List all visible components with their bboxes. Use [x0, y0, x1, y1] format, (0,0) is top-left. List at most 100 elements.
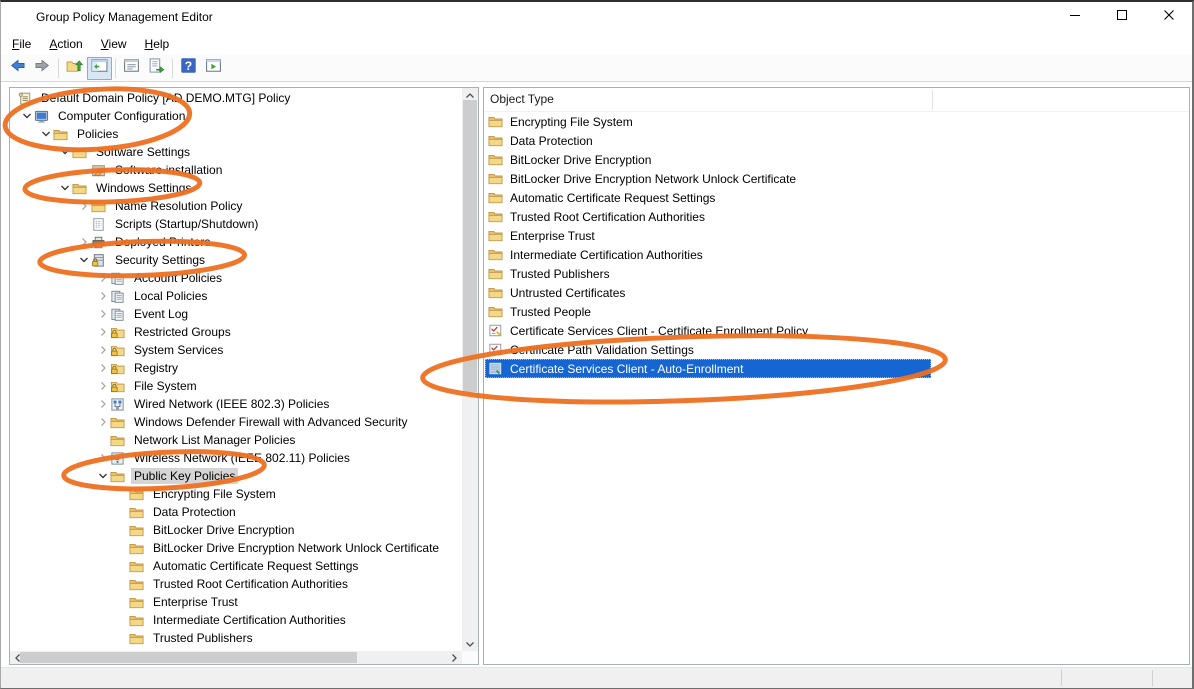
chevron-down-icon[interactable] — [58, 181, 72, 195]
folder-icon — [488, 209, 504, 224]
forward-button[interactable] — [30, 57, 55, 80]
caption-buttons — [1051, 2, 1192, 33]
tree-item-registry[interactable]: Registry — [10, 359, 462, 377]
tree-item-account-policies[interactable]: Account Policies — [10, 269, 462, 287]
list-item-encrypting-file-system[interactable]: Encrypting File System — [485, 112, 931, 131]
chevron-spacer — [115, 559, 129, 573]
tree-item-scripts-startup-shutdown[interactable]: Scripts (Startup/Shutdown) — [10, 215, 462, 233]
tree-item-file-system[interactable]: File System — [10, 377, 462, 395]
close-button[interactable] — [1145, 2, 1192, 33]
tree-item-default-domain-policy-ad-demo-mtg-policy[interactable]: Default Domain Policy [AD.DEMO.MTG] Poli… — [10, 89, 462, 107]
minimize-button[interactable] — [1051, 2, 1098, 33]
list-item-certificate-services-client-auto-enrollment[interactable]: Certificate Services Client - Auto-Enrol… — [485, 359, 931, 378]
tree-item-deployed-printers[interactable]: Deployed Printers — [10, 233, 462, 251]
tree-item-restricted-groups[interactable]: Restricted Groups — [10, 323, 462, 341]
list-item-intermediate-certification-authorities[interactable]: Intermediate Certification Authorities — [485, 245, 931, 264]
console-workarea: Default Domain Policy [AD.DEMO.MTG] Poli… — [1, 82, 1192, 667]
tree-item-system-services[interactable]: System Services — [10, 341, 462, 359]
statusbar-divider — [1061, 670, 1062, 686]
tree-item-software-settings[interactable]: Software Settings — [10, 143, 462, 161]
tree-item-label: System Services — [131, 342, 226, 358]
tree-item-event-log[interactable]: Event Log — [10, 305, 462, 323]
chevron-right-icon[interactable] — [96, 343, 110, 357]
list-item-certificate-path-validation-settings[interactable]: Certificate Path Validation Settings — [485, 340, 931, 359]
list-item-trusted-publishers[interactable]: Trusted Publishers — [485, 264, 931, 283]
chevron-right-icon[interactable] — [96, 307, 110, 321]
menu-action[interactable]: Action — [40, 33, 91, 55]
tree-item-windows-defender-firewall-with-advanced-security[interactable]: Windows Defender Firewall with Advanced … — [10, 413, 462, 431]
list-item-label: BitLocker Drive Encryption Network Unloc… — [508, 171, 798, 187]
chevron-right-icon[interactable] — [96, 271, 110, 285]
chevron-right-icon[interactable] — [96, 451, 110, 465]
tree-vertical-scrollbar[interactable] — [462, 88, 478, 651]
tree-item-computer-configuration[interactable]: Computer Configuration — [10, 107, 462, 125]
tree-item-windows-settings[interactable]: Windows Settings — [10, 179, 462, 197]
tree-item-trusted-publishers[interactable]: Trusted Publishers — [10, 629, 462, 647]
export-list-button[interactable] — [144, 57, 169, 80]
new-window-button[interactable] — [201, 57, 226, 80]
chevron-right-icon[interactable] — [96, 397, 110, 411]
gpo-scroll-icon — [17, 91, 33, 106]
chevron-down-icon[interactable] — [96, 469, 110, 483]
tree-item-data-protection[interactable]: Data Protection — [10, 503, 462, 521]
list-item-certificate-services-client-certificate-enrollment-policy[interactable]: Certificate Services Client - Certificat… — [485, 321, 931, 340]
tree-hscroll-thumb[interactable] — [20, 652, 357, 663]
tree-item-intermediate-certification-authorities[interactable]: Intermediate Certification Authorities — [10, 611, 462, 629]
tree-item-encrypting-file-system[interactable]: Encrypting File System — [10, 485, 462, 503]
list-item-trusted-root-certification-authorities[interactable]: Trusted Root Certification Authorities — [485, 207, 931, 226]
chevron-right-icon[interactable] — [77, 235, 91, 249]
list-item-data-protection[interactable]: Data Protection — [485, 131, 931, 150]
back-button[interactable] — [5, 57, 30, 80]
up-one-level-button[interactable] — [62, 57, 87, 80]
tree-item-network-list-manager-policies[interactable]: Network List Manager Policies — [10, 431, 462, 449]
chevron-right-icon[interactable] — [96, 415, 110, 429]
chevron-spacer — [77, 217, 91, 231]
list-item-bitlocker-drive-encryption-network-unlock-certificate[interactable]: BitLocker Drive Encryption Network Unloc… — [485, 169, 931, 188]
list-item-enterprise-trust[interactable]: Enterprise Trust — [485, 226, 931, 245]
menu-view[interactable]: View — [92, 33, 136, 55]
chevron-right-icon[interactable] — [96, 379, 110, 393]
help-button[interactable]: ? — [176, 57, 201, 80]
tree-item-software-installation[interactable]: Software installation — [10, 161, 462, 179]
tree-item-trusted-root-certification-authorities[interactable]: Trusted Root Certification Authorities — [10, 575, 462, 593]
chevron-spacer — [96, 433, 110, 447]
statusbar-divider — [1152, 670, 1153, 686]
menu-file[interactable]: File — [3, 33, 40, 55]
chevron-right-icon[interactable] — [77, 199, 91, 213]
tree-vscroll-thumb[interactable] — [463, 100, 477, 392]
tree-item-automatic-certificate-request-settings[interactable]: Automatic Certificate Request Settings — [10, 557, 462, 575]
chevron-down-icon[interactable] — [39, 127, 53, 141]
chevron-right-icon[interactable] — [96, 325, 110, 339]
menu-help[interactable]: Help — [136, 33, 179, 55]
tree-item-name-resolution-policy[interactable]: Name Resolution Policy — [10, 197, 462, 215]
scroll-down-arrow-icon[interactable] — [462, 636, 478, 651]
tree-item-bitlocker-drive-encryption[interactable]: BitLocker Drive Encryption — [10, 521, 462, 539]
folder-lock-icon — [110, 361, 126, 376]
tree-item-wired-network-ieee-802-3-policies[interactable]: Wired Network (IEEE 802.3) Policies — [10, 395, 462, 413]
show-console-tree-button[interactable] — [87, 57, 112, 80]
list-item-untrusted-certificates[interactable]: Untrusted Certificates — [485, 283, 931, 302]
tree-item-public-key-policies[interactable]: Public Key Policies — [10, 467, 462, 485]
tree-item-policies[interactable]: Policies — [10, 125, 462, 143]
chevron-down-icon[interactable] — [58, 145, 72, 159]
tree-item-bitlocker-drive-encryption-network-unlock-certificate[interactable]: BitLocker Drive Encryption Network Unloc… — [10, 539, 462, 557]
properties-button[interactable] — [119, 57, 144, 80]
tree-item-enterprise-trust[interactable]: Enterprise Trust — [10, 593, 462, 611]
list-item-trusted-people[interactable]: Trusted People — [485, 302, 931, 321]
tree-horizontal-scrollbar[interactable] — [10, 651, 462, 664]
folder-icon — [488, 285, 504, 300]
list-item-automatic-certificate-request-settings[interactable]: Automatic Certificate Request Settings — [485, 188, 931, 207]
list-item-label: Automatic Certificate Request Settings — [508, 190, 717, 206]
tree-item-security-settings[interactable]: Security Settings — [10, 251, 462, 269]
chevron-down-icon[interactable] — [20, 109, 34, 123]
chevron-right-icon[interactable] — [96, 361, 110, 375]
tree-item-local-policies[interactable]: Local Policies — [10, 287, 462, 305]
list-item-bitlocker-drive-encryption[interactable]: BitLocker Drive Encryption — [485, 150, 931, 169]
column-header-object-type[interactable]: Object Type — [490, 88, 554, 111]
column-divider[interactable] — [932, 90, 933, 110]
tree-item-wireless-network-ieee-802-11-policies[interactable]: Wireless Network (IEEE 802.11) Policies — [10, 449, 462, 467]
maximize-button[interactable] — [1098, 2, 1145, 33]
chevron-right-icon[interactable] — [96, 289, 110, 303]
chevron-down-icon[interactable] — [77, 253, 91, 267]
scroll-right-arrow-icon[interactable] — [446, 651, 462, 664]
